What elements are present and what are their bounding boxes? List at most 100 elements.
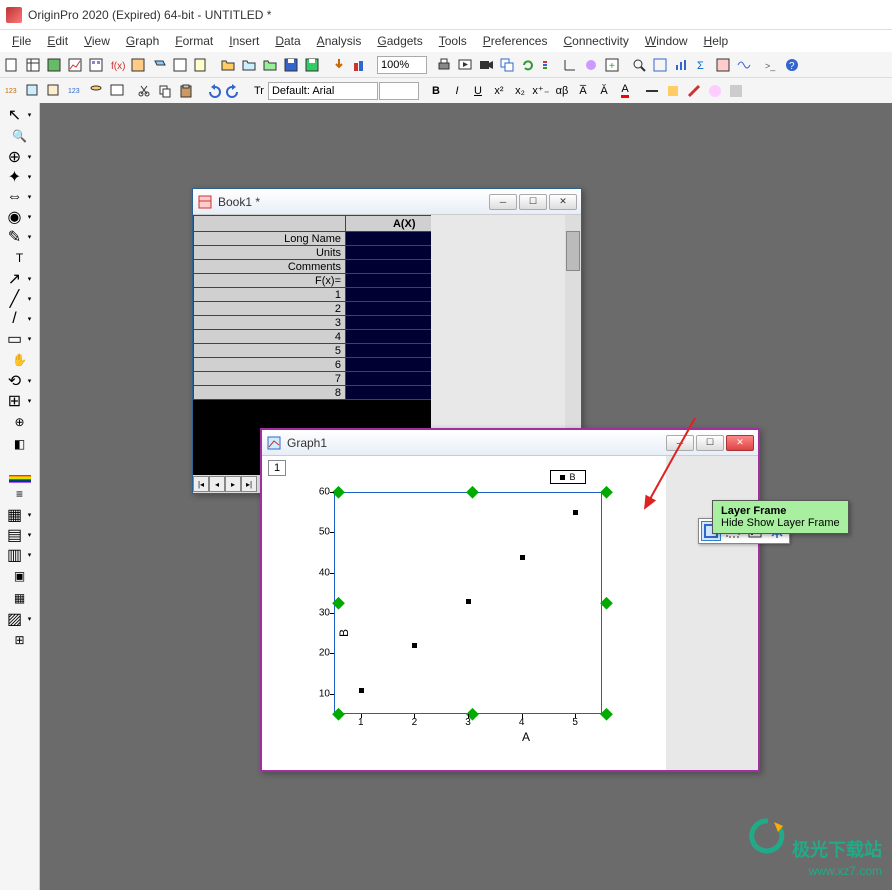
reader-tool-icon[interactable]: ⊕▾ (5, 147, 35, 167)
zoom-input[interactable] (377, 56, 427, 74)
save-icon[interactable] (281, 55, 301, 75)
menu-edit[interactable]: Edit (39, 32, 76, 50)
new-project-icon[interactable] (2, 55, 22, 75)
data-reader-icon[interactable]: ✦▾ (5, 167, 35, 187)
line-tool-icon[interactable]: ╱▾ (5, 289, 35, 309)
menu-connectivity[interactable]: Connectivity (555, 32, 636, 50)
refresh-icon[interactable] (518, 55, 538, 75)
fft-icon[interactable] (734, 55, 754, 75)
slideshow-icon[interactable] (455, 55, 475, 75)
pan-tool-icon[interactable]: ✋ (9, 350, 31, 370)
fontsize-select[interactable] (379, 82, 419, 100)
data-point[interactable] (359, 688, 364, 693)
math-icon[interactable]: Σ (692, 55, 712, 75)
menu-view[interactable]: View (76, 32, 118, 50)
palette-icon[interactable] (705, 81, 725, 101)
supersub-icon[interactable]: x⁺₋ (531, 81, 551, 101)
script-icon[interactable]: >_ (761, 55, 781, 75)
inc-list-icon[interactable]: ≡ (9, 484, 31, 504)
bg-color-icon[interactable] (726, 81, 746, 101)
axis-icon[interactable] (560, 55, 580, 75)
nav-prev-icon[interactable]: ◂ (209, 476, 225, 492)
line2-tool-icon[interactable]: /▾ (5, 309, 35, 329)
anova-icon[interactable] (713, 55, 733, 75)
print-icon[interactable] (434, 55, 454, 75)
new-3d-icon[interactable] (149, 55, 169, 75)
database-icon[interactable] (86, 81, 106, 101)
import-icon[interactable] (329, 55, 349, 75)
redo-icon[interactable] (224, 81, 244, 101)
menu-format[interactable]: Format (167, 32, 221, 50)
new-color-icon[interactable] (581, 55, 601, 75)
worksheet-icon[interactable]: ⊞ (9, 630, 31, 650)
save-template-icon[interactable] (302, 55, 322, 75)
handle-br[interactable] (600, 708, 613, 721)
line-style-icon[interactable] (642, 81, 662, 101)
font-color-icon[interactable]: A (615, 81, 635, 101)
menu-preferences[interactable]: Preferences (475, 32, 556, 50)
data-point[interactable] (573, 510, 578, 515)
region-tool-icon[interactable]: ⊞▾ (5, 391, 35, 411)
layer-tab[interactable]: 1 (268, 460, 286, 476)
palette2-icon[interactable]: ▤▾ (5, 525, 35, 545)
new-excel-icon[interactable] (44, 55, 64, 75)
plot-area[interactable]: 102030405060 12345 B A (312, 486, 662, 736)
y-axis-label[interactable]: B (337, 629, 351, 637)
data-point[interactable] (466, 599, 471, 604)
handle-tr[interactable] (600, 486, 613, 499)
nav-sheet-icon[interactable]: ▸| (241, 476, 257, 492)
new-workbook-icon[interactable] (23, 55, 43, 75)
italic-icon[interactable]: I (447, 81, 467, 101)
undo-icon[interactable] (203, 81, 223, 101)
line-color-icon[interactable] (684, 81, 704, 101)
video-icon[interactable] (476, 55, 496, 75)
paste-icon[interactable] (176, 81, 196, 101)
book1-titlebar[interactable]: Book1 * ─ ☐ ✕ (193, 189, 581, 215)
minimize-button[interactable]: ─ (489, 194, 517, 210)
row-number[interactable]: 2 (194, 302, 346, 316)
palette1-icon[interactable]: ▦▾ (5, 505, 35, 525)
graph1-window[interactable]: Graph1 ─ ☐ ✕ 1 B 102030405060 (260, 428, 760, 772)
maximize-button[interactable]: ☐ (519, 194, 547, 210)
import-wizard-icon[interactable] (44, 81, 64, 101)
handle-mr[interactable] (600, 597, 613, 610)
cut-icon[interactable] (134, 81, 154, 101)
reimport-icon[interactable]: 123 (65, 81, 85, 101)
data-point[interactable] (412, 643, 417, 648)
import-multi-icon[interactable] (23, 81, 43, 101)
g-minimize-button[interactable]: ─ (666, 435, 694, 451)
color-tool-icon[interactable]: ◧ (9, 434, 31, 454)
legend[interactable]: B (550, 470, 586, 484)
color-scale-icon[interactable] (9, 475, 31, 483)
g-maximize-button[interactable]: ☐ (696, 435, 724, 451)
g-close-button[interactable]: ✕ (726, 435, 754, 451)
greek-icon[interactable]: αβ (552, 81, 572, 101)
subscript-icon[interactable]: x₂ (510, 81, 530, 101)
insert-tool-icon[interactable]: ⊕ (9, 412, 31, 432)
pointer-tool-icon[interactable]: ↖▾ (5, 105, 35, 125)
menu-help[interactable]: Help (696, 32, 737, 50)
arrow-tool-icon[interactable]: ↗▾ (5, 269, 35, 289)
copy-icon[interactable] (155, 81, 175, 101)
new-2d-icon[interactable] (128, 55, 148, 75)
row-number[interactable]: 1 (194, 288, 346, 302)
graph1-body[interactable]: 1 B 102030405060 12345 B A (262, 456, 666, 770)
draw-data-icon[interactable]: ✎▾ (5, 227, 35, 247)
superscript-icon[interactable]: x² (489, 81, 509, 101)
nav-next-icon[interactable]: ▸ (225, 476, 241, 492)
bold-icon[interactable]: B (426, 81, 446, 101)
text-tool-icon[interactable]: T (9, 248, 31, 268)
open-icon[interactable] (218, 55, 238, 75)
new-matrix-icon[interactable] (86, 55, 106, 75)
row-number[interactable]: 3 (194, 316, 346, 330)
legend-icon[interactable] (539, 55, 559, 75)
fill-color-icon[interactable] (663, 81, 683, 101)
template2-icon[interactable]: ▦ (9, 588, 31, 608)
palette3-icon[interactable]: ▥▾ (5, 545, 35, 565)
row-number[interactable]: 7 (194, 372, 346, 386)
row-number[interactable]: 8 (194, 386, 346, 400)
stats-icon[interactable] (671, 55, 691, 75)
menu-tools[interactable]: Tools (431, 32, 475, 50)
x-axis-label[interactable]: A (522, 730, 530, 744)
digitize-icon[interactable] (107, 81, 127, 101)
